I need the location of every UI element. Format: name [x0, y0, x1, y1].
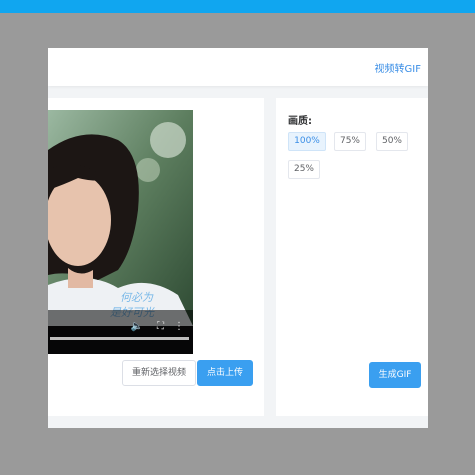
generate-gif-button[interactable]: 生成GIF: [369, 362, 421, 388]
quality-option-50[interactable]: 50%: [376, 132, 408, 151]
quality-label: 画质:: [288, 116, 312, 127]
quality-panel: 画质: 100% 75% 50% 25% 生成GIF: [276, 98, 428, 416]
quality-option-100[interactable]: 100%: [288, 132, 326, 151]
video-caption-line1: 何必为: [120, 291, 154, 304]
upload-button[interactable]: 点击上传: [197, 360, 253, 386]
more-vertical-icon[interactable]: ⋮: [174, 322, 184, 332]
video-to-gif-link[interactable]: 视频转GIF: [375, 60, 421, 75]
top-accent-bar: [0, 0, 475, 13]
quality-option-25[interactable]: 25%: [288, 160, 320, 179]
app-window: 视频转GIF 何必为 🔈 ⛶ ⋮ 重新选择视频 点击上传 画质: 100% 75…: [48, 48, 428, 428]
fullscreen-icon[interactable]: ⛶: [157, 322, 164, 332]
reselect-video-button[interactable]: 重新选择视频: [122, 360, 196, 386]
video-frame: 何必为 是好可光: [48, 110, 193, 354]
header-bar: 视频转GIF: [48, 48, 428, 86]
video-panel: 何必为 是好可光 🔈 ⛶ ⋮ 重新选择视频 点击上传: [48, 98, 264, 416]
quality-option-75[interactable]: 75%: [334, 132, 366, 151]
speaker-icon[interactable]: 🔈: [131, 322, 143, 332]
video-player[interactable]: 何必为 是好可光 🔈 ⛶ ⋮: [48, 110, 193, 354]
video-progress-bar[interactable]: [50, 337, 189, 340]
